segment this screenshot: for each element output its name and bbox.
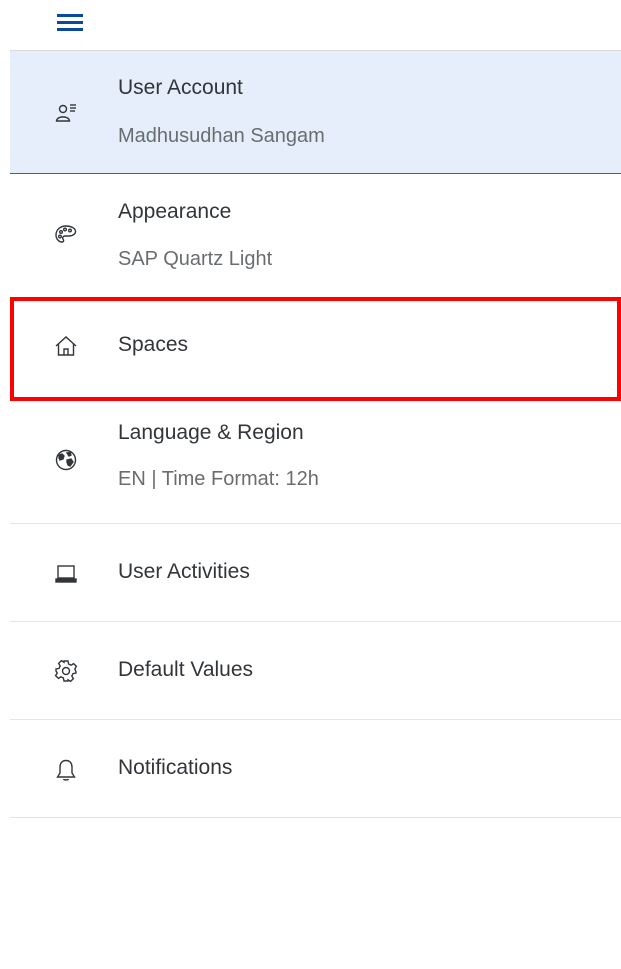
menu-item-subtitle: EN | Time Format: 12h (118, 468, 319, 490)
menu-item-notifications[interactable]: Notifications (10, 720, 621, 818)
menu-item-user-activities[interactable]: User Activities (10, 524, 621, 622)
gear-icon (54, 659, 78, 683)
menu-item-title: Default Values (118, 658, 254, 681)
menu-item-subtitle: SAP Quartz Light (118, 248, 273, 270)
hamburger-menu-icon[interactable] (57, 12, 83, 32)
menu-item-appearance[interactable]: Appearance SAP Quartz Light (10, 174, 621, 297)
laptop-icon (54, 562, 78, 586)
user-settings-menu: User Account Madhusudhan Sangam Appearan… (10, 50, 621, 818)
menu-item-spaces[interactable]: Spaces (10, 297, 621, 401)
menu-item-subtitle: Madhusudhan Sangam (118, 125, 325, 147)
menu-item-title: Spaces (118, 333, 189, 356)
bell-icon (54, 758, 78, 782)
menu-item-default-values[interactable]: Default Values (10, 622, 621, 720)
globe-icon (54, 448, 78, 472)
menu-item-user-account[interactable]: User Account Madhusudhan Sangam (10, 50, 621, 174)
menu-item-language-region[interactable]: Language & Region EN | Time Format: 12h (10, 401, 621, 524)
menu-item-title: Appearance (118, 200, 232, 223)
menu-item-title: Language & Region (118, 421, 304, 444)
palette-icon (54, 223, 78, 247)
home-icon (54, 334, 78, 358)
user-settings-icon (54, 101, 78, 125)
menu-item-title: User Activities (118, 560, 250, 583)
top-bar (0, 0, 621, 50)
menu-item-title: User Account (118, 76, 243, 99)
menu-item-title: Notifications (118, 756, 233, 779)
